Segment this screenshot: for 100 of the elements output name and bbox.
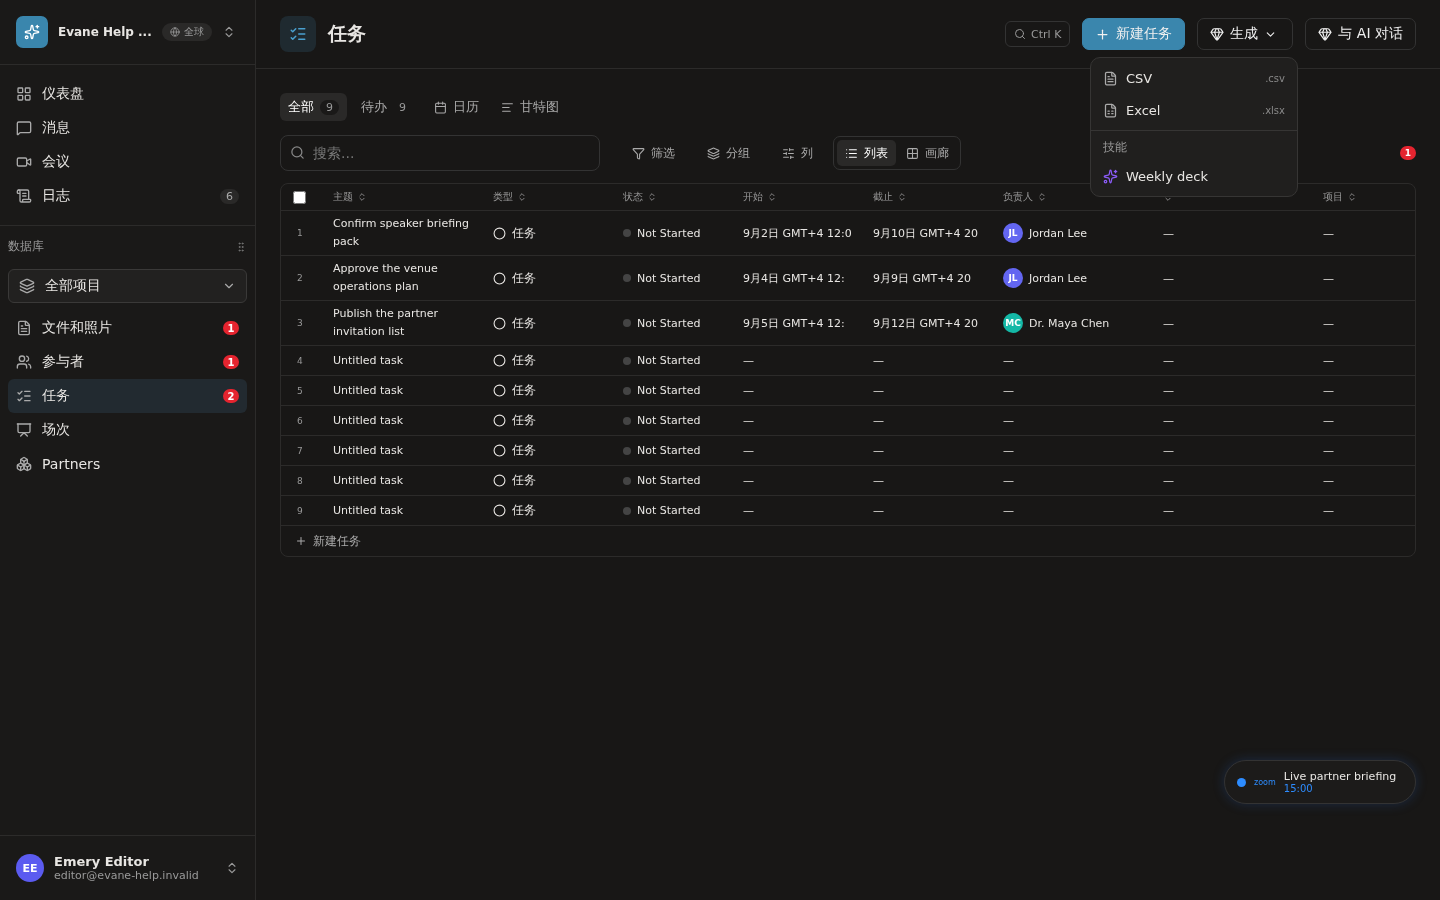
task-status: Not Started [637, 414, 701, 427]
task-title[interactable]: Untitled task [333, 471, 493, 490]
nav-item[interactable]: 参与者 1 [8, 345, 247, 379]
task-type: 任务 [512, 382, 536, 399]
status-dot [623, 506, 631, 515]
nav-item[interactable]: 场次 [8, 413, 247, 447]
add-task-button[interactable]: 新建任务 [281, 526, 375, 556]
row-number: 4 [296, 355, 304, 366]
nav-item[interactable]: 任务 2 [8, 379, 247, 413]
menu-item[interactable]: Excel .xlsx [1091, 94, 1297, 126]
workspace-name[interactable]: Evane Help ... [58, 25, 152, 39]
nav-item[interactable]: 日志 6 [8, 179, 247, 213]
board-icon [16, 422, 32, 438]
assignee-avatar: MC [1003, 313, 1023, 333]
assignee-avatar: JL [1003, 223, 1023, 243]
drag-handle-icon[interactable] [235, 240, 247, 253]
status-dot [623, 386, 631, 395]
status-dot [623, 416, 631, 425]
generate-button[interactable]: 生成 [1197, 18, 1294, 50]
new-task-button[interactable]: 新建任务 [1082, 18, 1186, 50]
progress-empty: — [1163, 384, 1175, 397]
column-header[interactable]: 截止 [873, 190, 893, 204]
progress-empty: — [1163, 354, 1175, 367]
sort-icon [517, 192, 527, 202]
project-empty: — [1323, 271, 1335, 285]
assignee-empty: — [1003, 354, 1015, 367]
search-field[interactable]: 搜索... [280, 135, 600, 171]
status-dot [623, 356, 631, 365]
menu-item[interactable]: Weekly deck [1091, 160, 1297, 192]
task-title[interactable]: Approve the venue operations plan [333, 260, 493, 296]
due-date: 9月12日 GMT+4 20 [873, 315, 979, 331]
status-dot [623, 274, 631, 282]
task-type: 任务 [512, 352, 536, 369]
column-header[interactable]: 状态 [623, 190, 643, 204]
due-date: — [873, 414, 885, 427]
column-header[interactable]: 负责人 [1003, 190, 1033, 204]
assignee-empty: — [1003, 474, 1015, 487]
tasks-icon [16, 388, 32, 404]
gallery-icon [906, 146, 919, 160]
task-title[interactable]: Untitled task [333, 351, 493, 370]
notification-badge: 1 [1400, 146, 1416, 160]
due-date: — [873, 504, 885, 517]
layout-tab[interactable]: 列表 [837, 140, 896, 166]
filter-icon [632, 146, 645, 160]
search-button[interactable]: Ctrl K [1005, 21, 1071, 47]
nav-item[interactable]: Partners [8, 447, 247, 481]
row-number: 9 [296, 505, 304, 516]
progress-empty: — [1163, 271, 1175, 285]
nav-item[interactable]: 会议 [8, 145, 247, 179]
circle-icon [493, 444, 506, 457]
select-all-checkbox[interactable] [293, 190, 306, 204]
task-type: 任务 [512, 269, 536, 287]
progress-empty: — [1163, 414, 1175, 427]
task-title[interactable]: Confirm speaker briefing pack [333, 215, 493, 251]
row-number: 3 [296, 318, 304, 328]
plus-icon [1095, 26, 1111, 42]
start-date: — [743, 444, 755, 457]
search-icon [290, 145, 305, 160]
column-header[interactable]: 项目 [1323, 190, 1343, 204]
task-status: Not Started [637, 271, 701, 285]
due-date: — [873, 474, 885, 487]
ai-chat-button[interactable]: 与 AI 对话 [1305, 18, 1416, 50]
column-header[interactable]: 类型 [493, 190, 513, 204]
spreadsheet-icon [1103, 102, 1118, 118]
view-tab[interactable]: 待办 9 [353, 93, 420, 121]
sort-icon [357, 192, 367, 202]
nav-item[interactable]: 文件和照片 1 [8, 311, 247, 345]
meeting-logo: zoom [1254, 777, 1276, 787]
toolbar-button[interactable]: 分组 [695, 138, 762, 168]
task-title[interactable]: Untitled task [333, 381, 493, 400]
nav-item[interactable]: 仪表盘 [8, 77, 247, 111]
database-selector[interactable]: 全部项目 [8, 269, 247, 303]
menu-item[interactable]: CSV .csv [1091, 62, 1297, 94]
task-title[interactable]: Untitled task [333, 501, 493, 520]
globe-icon [169, 27, 180, 37]
sparkles-icon [24, 24, 40, 40]
list-icon [845, 146, 858, 160]
due-date: — [873, 354, 885, 367]
column-header[interactable]: 开始 [743, 190, 763, 204]
project-empty: — [1323, 474, 1335, 487]
circle-icon [493, 504, 506, 517]
toolbar-button[interactable]: 筛选 [620, 138, 687, 168]
task-title[interactable]: Untitled task [333, 411, 493, 430]
column-header[interactable]: 主题 [333, 190, 353, 204]
start-date: — [743, 504, 755, 517]
task-status: Not Started [637, 226, 701, 240]
view-tab[interactable]: 甘特图 [493, 93, 567, 121]
task-title[interactable]: Publish the partner invitation list [333, 305, 493, 341]
layout-tab[interactable]: 画廊 [898, 140, 957, 166]
nav-item[interactable]: 消息 [8, 111, 247, 145]
row-number: 2 [296, 273, 304, 283]
user-avatar: EE [16, 854, 44, 882]
status-dot [623, 476, 631, 485]
task-title[interactable]: Untitled task [333, 441, 493, 460]
toolbar-button[interactable]: 列 [770, 138, 825, 168]
task-type: 任务 [512, 412, 536, 429]
view-tab[interactable]: 日历 [426, 93, 487, 121]
view-tab[interactable]: 全部 9 [280, 93, 347, 121]
layers-icon [19, 278, 35, 294]
file-icon [1103, 70, 1118, 86]
